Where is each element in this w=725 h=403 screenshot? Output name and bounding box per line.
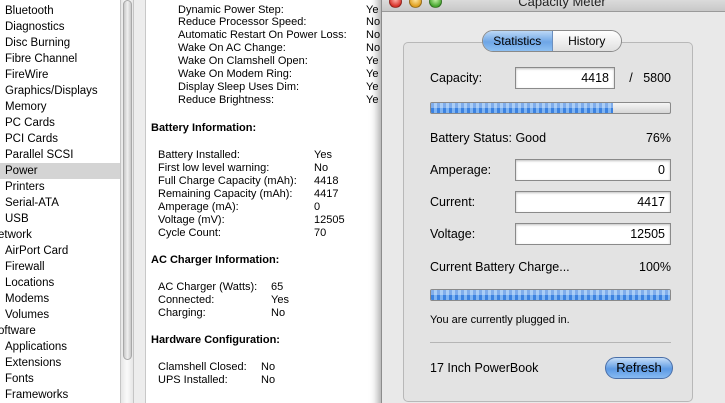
sidebar-item-pc-cards[interactable]: PC Cards bbox=[5, 115, 55, 131]
sidebar-item-extensions[interactable]: Extensions bbox=[5, 355, 61, 371]
capacity-max: 5800 bbox=[643, 71, 671, 85]
refresh-button[interactable]: Refresh bbox=[605, 357, 673, 379]
sidebar-item-applications[interactable]: Applications bbox=[5, 339, 67, 355]
tab-history[interactable]: History bbox=[552, 31, 621, 51]
window-title: Capacity Meter bbox=[518, 0, 606, 9]
sidebar-item-pci-cards[interactable]: PCI Cards bbox=[5, 131, 58, 147]
setting-label: Automatic Restart On Power Loss: bbox=[178, 29, 347, 41]
capacity-progress-bar bbox=[430, 102, 671, 114]
battery-info-heading: Battery Information: bbox=[151, 122, 257, 134]
charger-info-label: Charging: bbox=[158, 307, 206, 319]
battery-info-value: 12505 bbox=[314, 214, 345, 226]
tab-bar: Statistics History bbox=[482, 30, 622, 52]
setting-value: Ye bbox=[366, 94, 379, 106]
battery-info-label: Amperage (mA): bbox=[158, 201, 239, 213]
sidebar-item-diagnostics[interactable]: Diagnostics bbox=[5, 19, 64, 35]
sidebar-item-printers[interactable]: Printers bbox=[5, 179, 45, 195]
current-field[interactable]: 4417 bbox=[515, 191, 671, 213]
capacity-meter-window: Capacity Meter Statistics History Capaci… bbox=[381, 0, 725, 403]
sidebar-item-parallel-scsi[interactable]: Parallel SCSI bbox=[5, 147, 73, 163]
setting-value: No bbox=[366, 42, 381, 54]
sidebar-list: Bluetooth Diagnostics Disc Burning Fibre… bbox=[0, 0, 120, 403]
sidebar-item-disc-burning[interactable]: Disc Burning bbox=[5, 35, 70, 51]
sidebar-section-software[interactable]: oftware bbox=[0, 323, 36, 339]
battery-info-label: First low level warning: bbox=[158, 162, 270, 174]
charge-label: Current Battery Charge... bbox=[430, 260, 570, 274]
setting-label: Reduce Processor Speed: bbox=[178, 16, 307, 28]
model-name: 17 Inch PowerBook bbox=[430, 361, 539, 375]
setting-value: No bbox=[366, 16, 381, 28]
charger-info-value: No bbox=[271, 307, 286, 319]
setting-value: Ye bbox=[366, 55, 379, 67]
battery-info-label: Remaining Capacity (mAh): bbox=[158, 188, 293, 200]
amperage-field[interactable]: 0 bbox=[515, 159, 671, 181]
battery-info-label: Cycle Count: bbox=[158, 227, 221, 239]
current-label: Current: bbox=[430, 195, 476, 209]
battery-info-value: 4418 bbox=[314, 175, 339, 187]
amperage-label: Amperage: bbox=[430, 163, 492, 177]
sidebar-item-firewire[interactable]: FireWire bbox=[5, 67, 48, 83]
hardware-config-value: No bbox=[261, 361, 276, 373]
hardware-config-value: No bbox=[261, 374, 276, 386]
setting-value: No bbox=[366, 29, 381, 41]
capacity-progress-fill bbox=[431, 103, 613, 113]
hardware-config-heading: Hardware Configuration: bbox=[151, 334, 280, 346]
sidebar-item-power[interactable]: Power bbox=[0, 163, 120, 179]
statistics-panel bbox=[403, 42, 693, 402]
charge-progress-bar bbox=[430, 289, 671, 301]
voltage-label: Voltage: bbox=[430, 227, 476, 241]
battery-info-value: No bbox=[314, 162, 329, 174]
sidebar-item-fonts[interactable]: Fonts bbox=[5, 371, 34, 387]
voltage-field[interactable]: 12505 bbox=[515, 223, 671, 245]
sidebar-item-bluetooth[interactable]: Bluetooth bbox=[5, 3, 54, 19]
setting-label: Display Sleep Uses Dim: bbox=[178, 81, 300, 93]
battery-info-value: Yes bbox=[314, 149, 332, 161]
scrollbar-thumb[interactable] bbox=[123, 0, 132, 360]
battery-info-label: Battery Installed: bbox=[158, 149, 240, 161]
sidebar-scrollbar[interactable] bbox=[120, 0, 134, 403]
sidebar-item-usb[interactable]: USB bbox=[5, 211, 29, 227]
split-view-divider[interactable] bbox=[134, 0, 146, 403]
hardware-config-label: UPS Installed: bbox=[158, 374, 228, 386]
charge-percent: 100% bbox=[639, 260, 671, 274]
setting-label: Wake On Modem Ring: bbox=[178, 68, 292, 80]
battery-percent: 76% bbox=[645, 131, 671, 145]
charger-info-label: AC Charger (Watts): bbox=[158, 281, 258, 293]
sidebar-item-volumes[interactable]: Volumes bbox=[5, 307, 49, 323]
sidebar-item-memory[interactable]: Memory bbox=[5, 99, 47, 115]
battery-info-label: Full Charge Capacity (mAh): bbox=[158, 175, 297, 187]
capacity-label: Capacity: bbox=[430, 71, 483, 85]
sidebar-item-frameworks[interactable]: Frameworks bbox=[5, 387, 68, 403]
charger-info-value: Yes bbox=[271, 294, 289, 306]
battery-info-value: 4417 bbox=[314, 188, 339, 200]
charger-info-value: 65 bbox=[271, 281, 284, 293]
setting-label: Wake On Clamshell Open: bbox=[178, 55, 308, 67]
setting-label: Wake On AC Change: bbox=[178, 42, 286, 54]
charge-progress-fill bbox=[431, 290, 670, 300]
battery-info-value: 70 bbox=[314, 227, 327, 239]
sidebar-item-airport-card[interactable]: AirPort Card bbox=[5, 243, 68, 259]
sidebar-item-firewall[interactable]: Firewall bbox=[5, 259, 45, 275]
battery-info-label: Voltage (mV): bbox=[158, 214, 225, 226]
power-detail-pane: Dynamic Power Step: Ye Reduce Processor … bbox=[147, 0, 387, 403]
battery-info-value: 0 bbox=[314, 201, 321, 213]
hardware-config-label: Clamshell Closed: bbox=[158, 361, 247, 373]
charger-info-label: Connected: bbox=[158, 294, 215, 306]
plugged-in-message: You are currently plugged in. bbox=[430, 314, 570, 326]
setting-value: Ye bbox=[366, 81, 379, 93]
sidebar-item-serial-ata[interactable]: Serial-ATA bbox=[5, 195, 59, 211]
panel-divider bbox=[430, 342, 671, 343]
battery-status: Battery Status: Good bbox=[430, 131, 547, 145]
window-titlebar[interactable]: Capacity Meter bbox=[382, 0, 725, 12]
sidebar-item-modems[interactable]: Modems bbox=[5, 291, 49, 307]
sidebar-section-network[interactable]: etwork bbox=[0, 227, 32, 243]
setting-label: Reduce Brightness: bbox=[178, 94, 274, 106]
sidebar-item-fibre-channel[interactable]: Fibre Channel bbox=[5, 51, 77, 67]
setting-value: Ye bbox=[366, 68, 379, 80]
sidebar-item-graphics-displays[interactable]: Graphics/Displays bbox=[5, 83, 98, 99]
sidebar-item-locations[interactable]: Locations bbox=[5, 275, 54, 291]
charger-info-heading: AC Charger Information: bbox=[151, 254, 280, 266]
capacity-field[interactable]: 4418 bbox=[515, 67, 615, 89]
tab-statistics[interactable]: Statistics bbox=[483, 31, 553, 51]
